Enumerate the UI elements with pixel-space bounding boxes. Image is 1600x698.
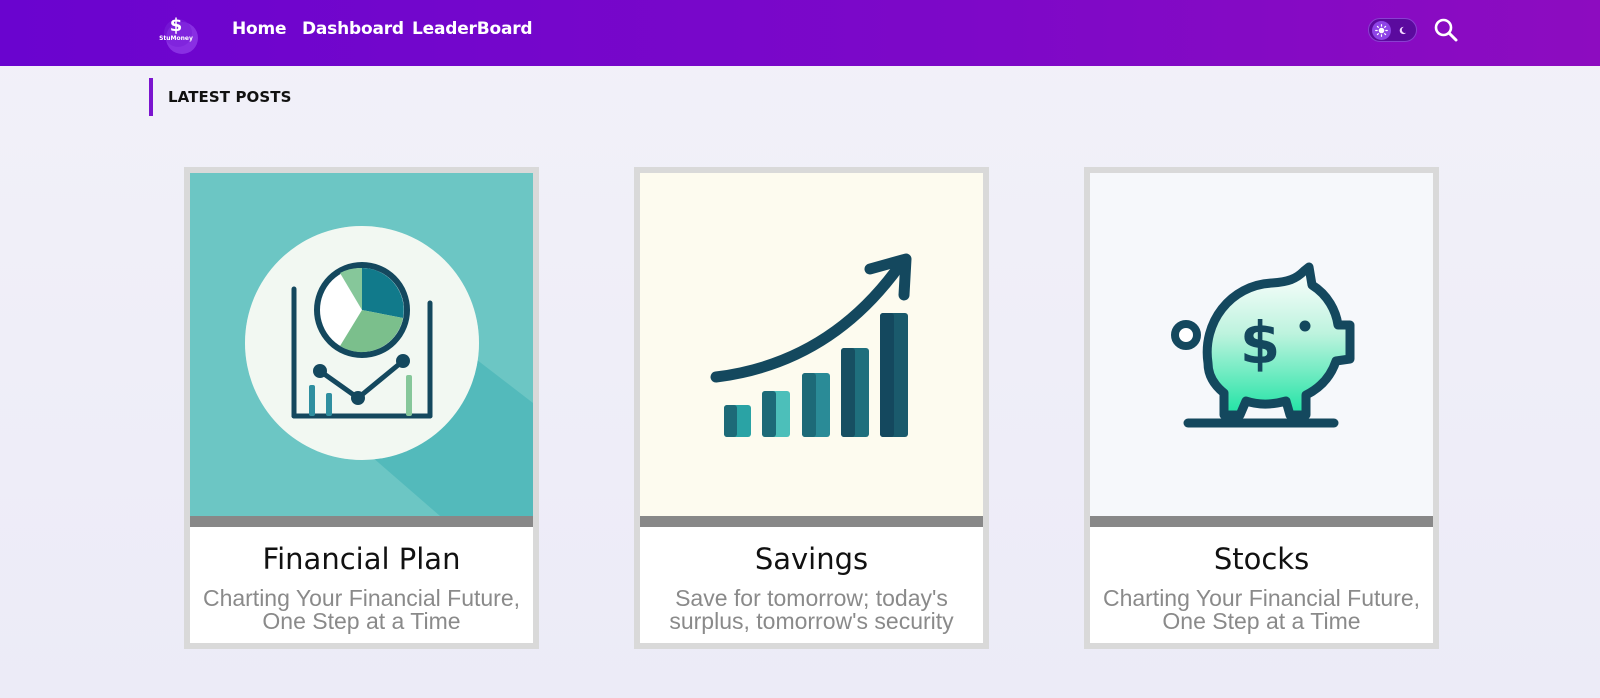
piggy-bank-dollar-illustration: $	[1090, 173, 1433, 516]
section-heading: LATEST POSTS	[149, 78, 292, 116]
card-divider	[1090, 516, 1433, 527]
svg-text:$: $	[1240, 309, 1280, 377]
card-divider	[190, 516, 533, 527]
logo-text: StuMoney	[159, 35, 193, 42]
theme-toggle[interactable]	[1368, 18, 1417, 42]
logo-dollar-symbol: $	[170, 15, 183, 36]
post-card-savings[interactable]: Savings Save for tomorrow; today's surpl…	[634, 167, 989, 649]
post-subtitle: Charting Your Financial Future, One Step…	[1102, 585, 1421, 634]
stumoney-logo[interactable]: $ StuMoney	[156, 10, 202, 56]
section-title: LATEST POSTS	[168, 88, 292, 106]
post-card-stocks[interactable]: $ Stocks Charting Your Financial Future,…	[1084, 167, 1439, 649]
post-subtitle: Save for tomorrow; today's surplus, tomo…	[669, 585, 954, 634]
post-subtitle: Charting Your Financial Future, One Step…	[202, 585, 521, 634]
sun-icon	[1372, 21, 1391, 40]
moon-icon	[1394, 22, 1410, 38]
pie-and-line-chart-illustration	[190, 173, 533, 516]
search-icon[interactable]	[1432, 16, 1460, 44]
post-card-financial-plan[interactable]: Financial Plan Charting Your Financial F…	[184, 167, 539, 649]
nav-leaderboard[interactable]: LeaderBoard	[412, 18, 533, 40]
top-navbar: $ StuMoney Home Dashboard LeaderBoard	[0, 0, 1600, 66]
post-title[interactable]: Stocks	[1090, 542, 1433, 576]
growth-bar-chart-arrow-illustration	[640, 173, 983, 516]
post-title[interactable]: Savings	[640, 542, 983, 576]
card-divider	[640, 516, 983, 527]
nav-home[interactable]: Home	[232, 18, 287, 40]
post-title[interactable]: Financial Plan	[190, 542, 533, 576]
nav-dashboard[interactable]: Dashboard	[302, 18, 404, 40]
